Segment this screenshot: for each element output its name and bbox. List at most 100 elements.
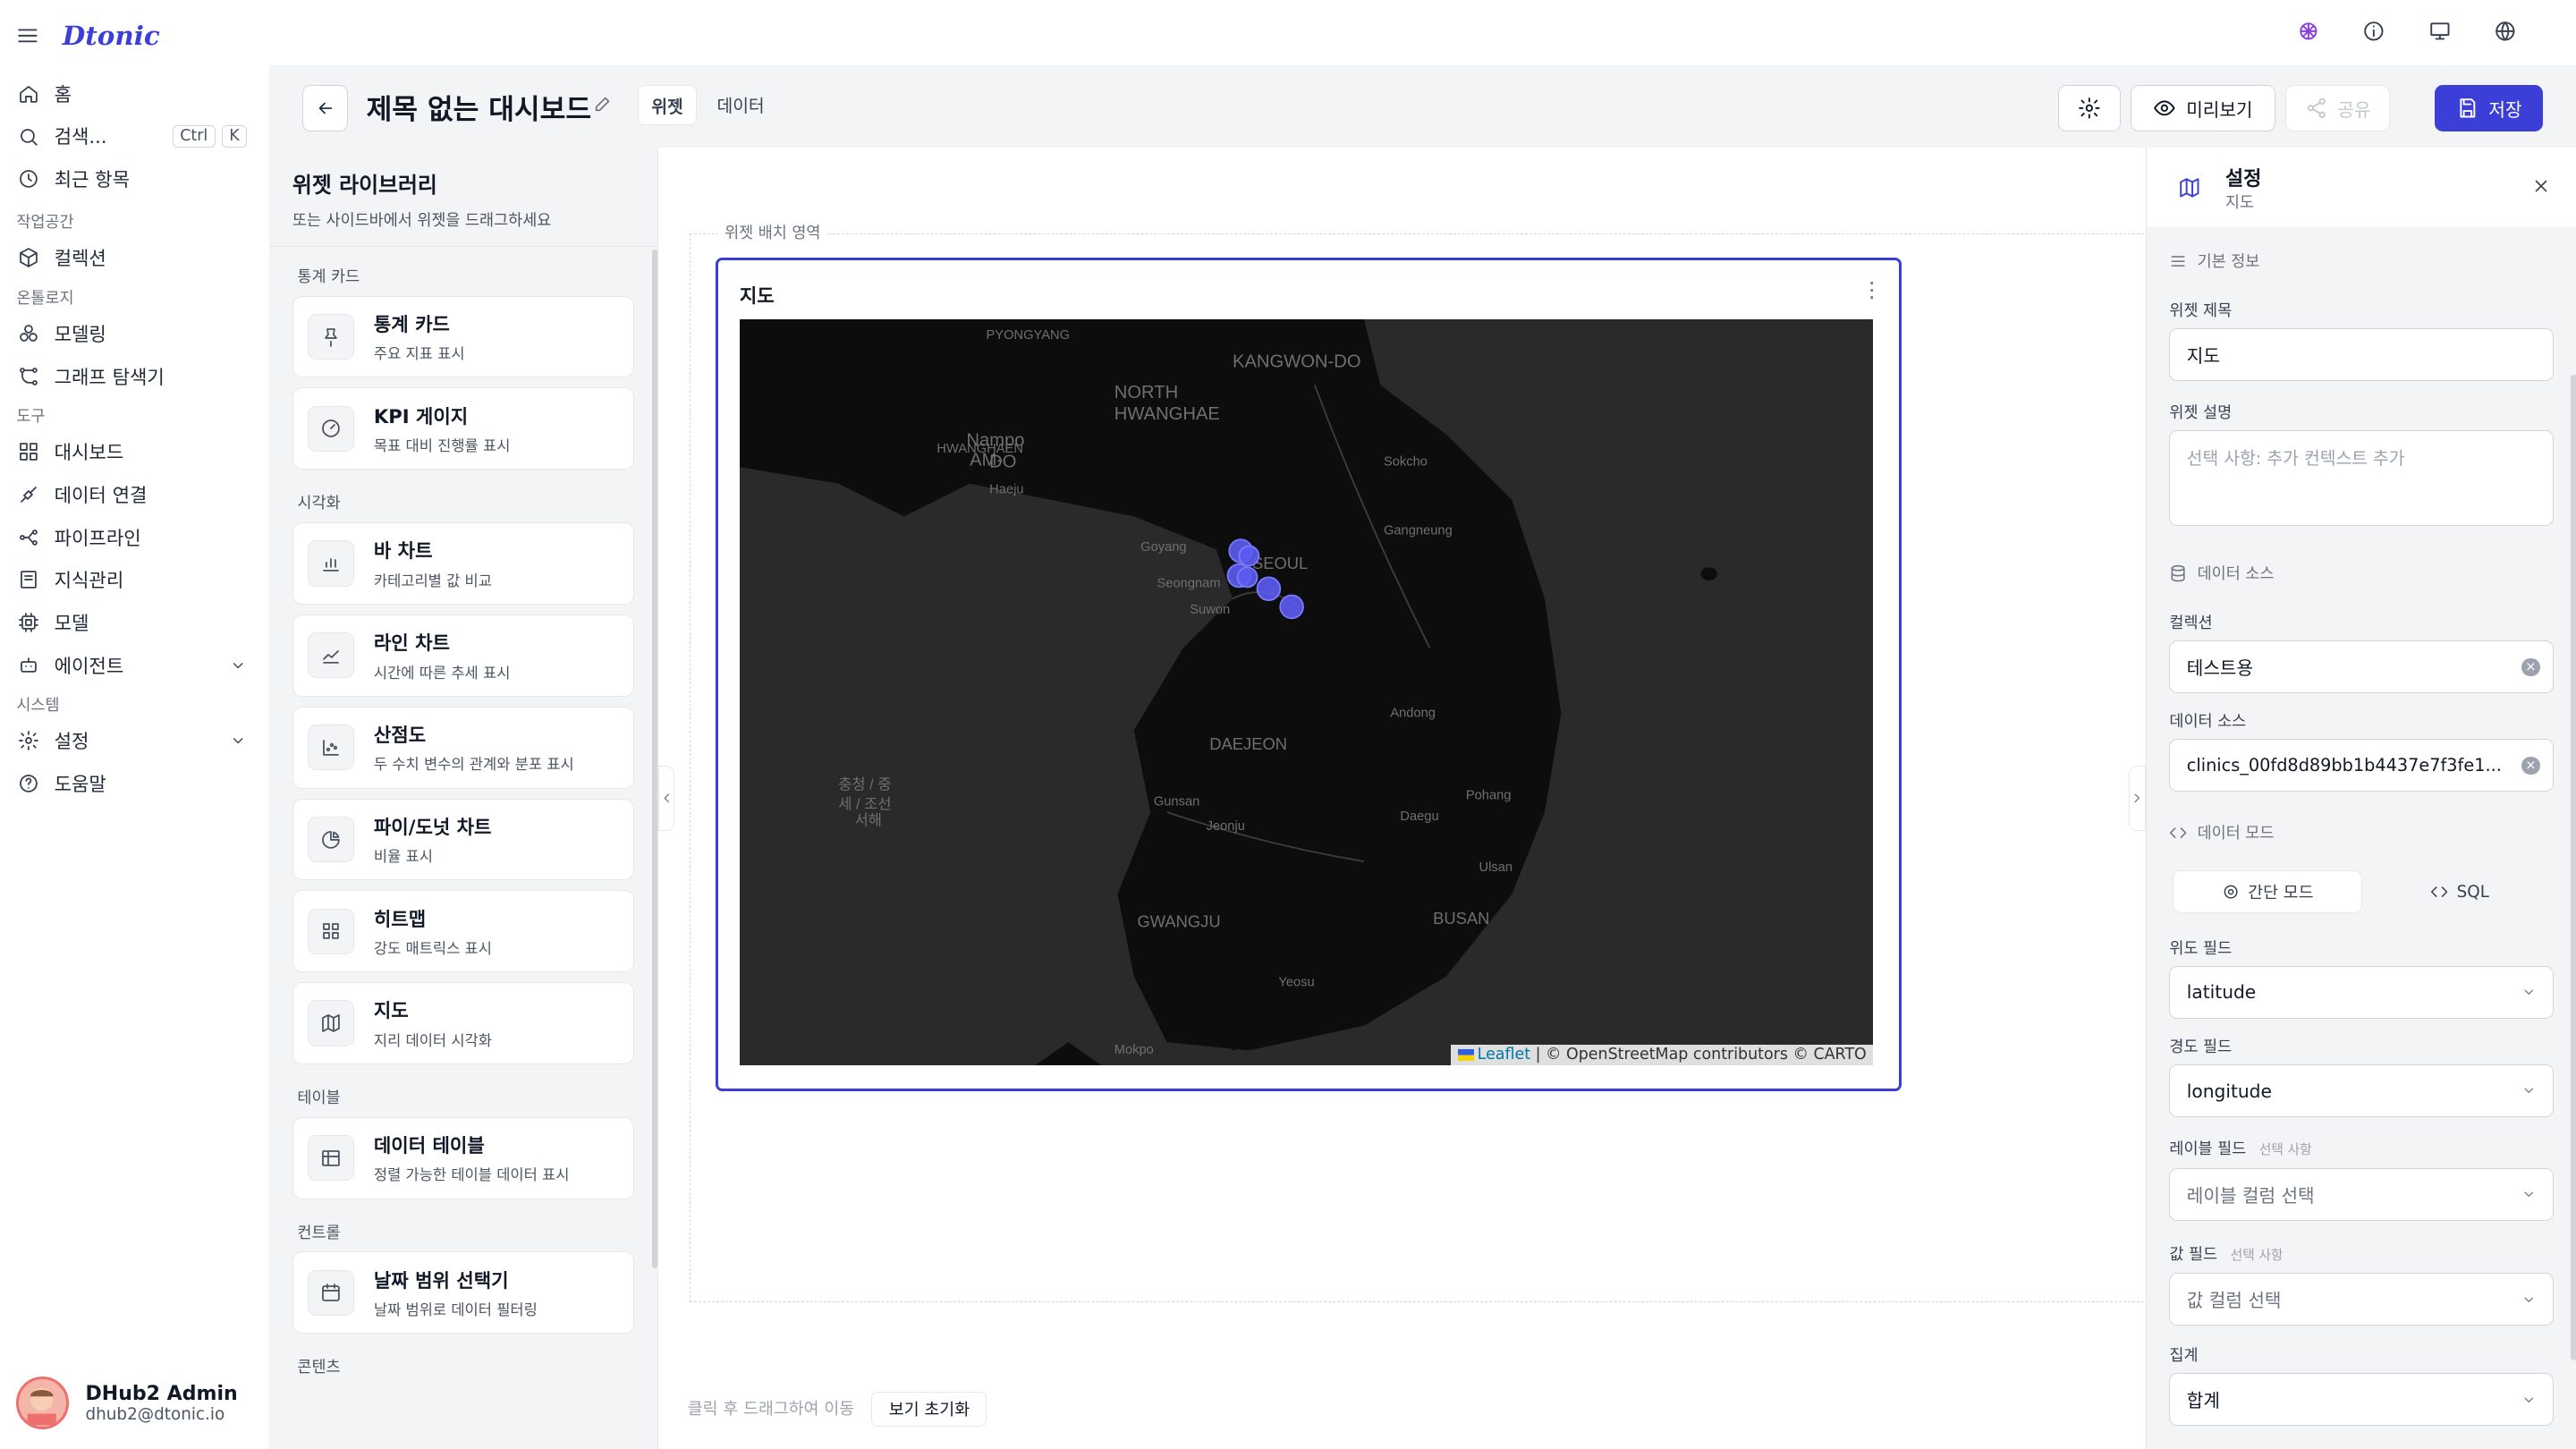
map-marker[interactable] <box>1236 566 1258 589</box>
reset-view-button[interactable]: 보기 초기화 <box>871 1391 987 1427</box>
label-datasource: 데이터 소스 <box>2169 713 2247 732</box>
page-title[interactable]: 제목 없는 대시보드 <box>367 87 592 127</box>
library-section-label: 통계 카드 <box>297 267 360 286</box>
tab-data[interactable]: 데이터 <box>704 85 778 125</box>
mode-simple-button[interactable]: 간단 모드 <box>2173 870 2363 914</box>
label-aggregation: 집계 <box>2169 1347 2199 1366</box>
widget-desc-input[interactable]: 선택 사항: 추가 컨텍스트 추가 <box>2169 430 2555 526</box>
collapse-right-button[interactable] <box>2129 765 2146 832</box>
nav-pipeline[interactable]: 파이프라인 <box>0 516 269 559</box>
attribution-text: | © OpenStreetMap contributors © CARTO <box>1535 1046 1867 1064</box>
widget-card[interactable]: 파이/도넛 차트 비율 표시 <box>292 798 634 881</box>
widget-card[interactable]: KPI 게이지 목표 대비 진행률 표시 <box>292 387 634 470</box>
widget-card[interactable]: 히트맵 강도 매트릭스 표시 <box>292 890 634 973</box>
label-widget-desc: 위젯 설명 <box>2169 404 2233 423</box>
map-view[interactable]: PYONGYANG KANGWON-DO NORTH HWANGHAE Nampo HWA… <box>739 319 1874 1066</box>
settings-scrollbar[interactable] <box>2570 374 2576 1360</box>
map-place-label: Daegu <box>1400 810 1438 825</box>
nav-settings[interactable]: 설정 <box>0 719 269 762</box>
map-place-label: Gunsan <box>1154 795 1199 809</box>
nav-dashboard-label: 대시보드 <box>54 441 124 464</box>
collection-select[interactable]: 테스트용 × <box>2169 640 2555 694</box>
preview-button[interactable]: 미리보기 <box>2131 85 2275 131</box>
monitor-icon[interactable] <box>2428 20 2452 43</box>
widget-card[interactable]: 산점도 두 수치 변수의 관계와 분포 표시 <box>292 706 634 789</box>
sidebar-nav: Dtonic 홈 검색... Ctrl K 최근 항목 작업공간 컬렉션 온톨로지 … <box>0 0 270 1449</box>
nav-dataconn[interactable]: 데이터 연결 <box>0 473 269 516</box>
widget-card[interactable]: 날짜 범위 선택기 날짜 범위로 데이터 필터링 <box>292 1251 634 1335</box>
collapse-left-button[interactable] <box>657 765 675 832</box>
widget-card[interactable]: 데이터 테이블 정렬 가능한 테이블 데이터 표시 <box>292 1116 634 1199</box>
widget-title-input[interactable]: 지도 <box>2169 328 2555 382</box>
more-vertical-icon[interactable]: ⋮ <box>1861 277 1883 302</box>
map-marker[interactable] <box>1279 595 1304 620</box>
nav-agent[interactable]: 에이전트 <box>0 644 269 687</box>
nav-help[interactable]: 도움말 <box>0 762 269 805</box>
ai-icon[interactable] <box>2297 20 2320 43</box>
datasource-value: clinics_00fd8d89bb1b4437e7f3fe1... <box>2186 755 2502 776</box>
library-list: 통계 카드 통계 카드 주요 지표 표시 KPI 게이지 목표 대비 진행률 표시 시각화… <box>289 253 637 1386</box>
map-place-label: 서해 <box>854 812 881 829</box>
map-marker[interactable] <box>1238 545 1260 567</box>
map-marker[interactable] <box>1256 576 1282 602</box>
label-widget-title: 위젯 제목 <box>2169 302 2233 321</box>
nav-modeling-label: 모델링 <box>54 322 106 345</box>
sliders-icon <box>2169 252 2187 270</box>
map-canvas[interactable]: PYONGYANGKANGWON-DONORTHHWANGHAENampoHWA… <box>739 319 1874 1066</box>
info-icon[interactable] <box>2362 20 2385 43</box>
value-field-value: 값 컬럼 선택 <box>2186 1290 2282 1312</box>
tab-widgets[interactable]: 위젯 <box>637 85 698 126</box>
datasource-select[interactable]: clinics_00fd8d89bb1b4437e7f3fe1... × <box>2169 739 2555 792</box>
settings-button[interactable] <box>2058 85 2122 131</box>
nav-collections[interactable]: 컬렉션 <box>0 236 269 279</box>
save-button[interactable]: 저장 <box>2434 85 2544 131</box>
mode-sql-button[interactable]: SQL <box>2366 868 2554 917</box>
kbd-k: K <box>221 124 248 148</box>
nav-dashboard[interactable]: 대시보드 <box>0 430 269 473</box>
latitude-select[interactable]: latitude <box>2169 965 2555 1019</box>
gear-icon <box>2222 883 2240 901</box>
widget-card[interactable]: 지도 지리 데이터 시각화 <box>292 982 634 1065</box>
library-section-label: 콘텐츠 <box>297 1359 341 1377</box>
longitude-select[interactable]: longitude <box>2169 1064 2555 1117</box>
map-place-label: Pohang <box>1466 789 1512 803</box>
value-field-select[interactable]: 값 컬럼 선택 <box>2169 1273 2555 1326</box>
back-button[interactable] <box>301 85 349 131</box>
widget-card[interactable]: 통계 카드 주요 지표 표시 <box>292 295 634 378</box>
pencil-icon[interactable] <box>593 94 613 114</box>
line-chart-icon <box>308 632 354 679</box>
clear-icon[interactable]: × <box>2521 756 2540 775</box>
nav-search[interactable]: 검색... Ctrl K <box>0 115 269 158</box>
nav-model[interactable]: 모델 <box>0 601 269 644</box>
aggregation-value: 합계 <box>2186 1390 2220 1412</box>
brand-logo[interactable]: Dtonic <box>63 20 160 51</box>
globe-icon[interactable] <box>2494 20 2517 43</box>
nav-recent[interactable]: 최근 항목 <box>0 157 269 200</box>
widget-card-name: 통계 카드 <box>373 312 450 335</box>
clear-icon[interactable]: × <box>2521 657 2540 676</box>
help-icon <box>18 773 39 794</box>
library-section-label: 컨트롤 <box>297 1224 341 1242</box>
nav-knowledge-label: 지식관리 <box>54 569 124 592</box>
nav-home[interactable]: 홈 <box>0 72 269 115</box>
nav-graph[interactable]: 그래프 탐색기 <box>0 355 269 398</box>
dashboard-canvas[interactable]: 위젯 배치 영역 지도 ⋮ PYONGYANG KANGWON-DO NORTH HW… <box>657 148 2148 1449</box>
library-subtitle: 또는 사이드바에서 위젯을 드래그하세요 <box>292 212 552 231</box>
widget-card[interactable]: 바 차트 카테고리별 값 비교 <box>292 522 634 605</box>
nav-knowledge[interactable]: 지식관리 <box>0 558 269 601</box>
nav-modeling[interactable]: 모델링 <box>0 312 269 355</box>
leaflet-link[interactable]: Leaflet <box>1478 1046 1530 1063</box>
aggregation-select[interactable]: 합계 <box>2169 1373 2555 1427</box>
menu-icon[interactable] <box>16 24 39 47</box>
share-label: 공유 <box>2337 98 2371 121</box>
user-profile[interactable]: DHub2 Admin dhub2@dtonic.io <box>16 1377 238 1429</box>
label-field-select[interactable]: 레이블 컬럼 선택 <box>2169 1167 2555 1221</box>
widget-card[interactable]: 라인 차트 시간에 따른 추세 표시 <box>292 614 634 697</box>
close-icon[interactable] <box>2531 176 2551 196</box>
share-button[interactable]: 공유 <box>2284 85 2391 131</box>
map-place-label: 세 / 조선 <box>838 796 891 813</box>
bot-icon <box>18 655 39 676</box>
nav-recent-label: 최근 항목 <box>54 168 130 191</box>
save-icon <box>2456 97 2479 120</box>
map-widget[interactable]: 지도 ⋮ PYONGYANG KANGWON-DO NORTH HWANGHAE Nam… <box>715 258 1902 1091</box>
